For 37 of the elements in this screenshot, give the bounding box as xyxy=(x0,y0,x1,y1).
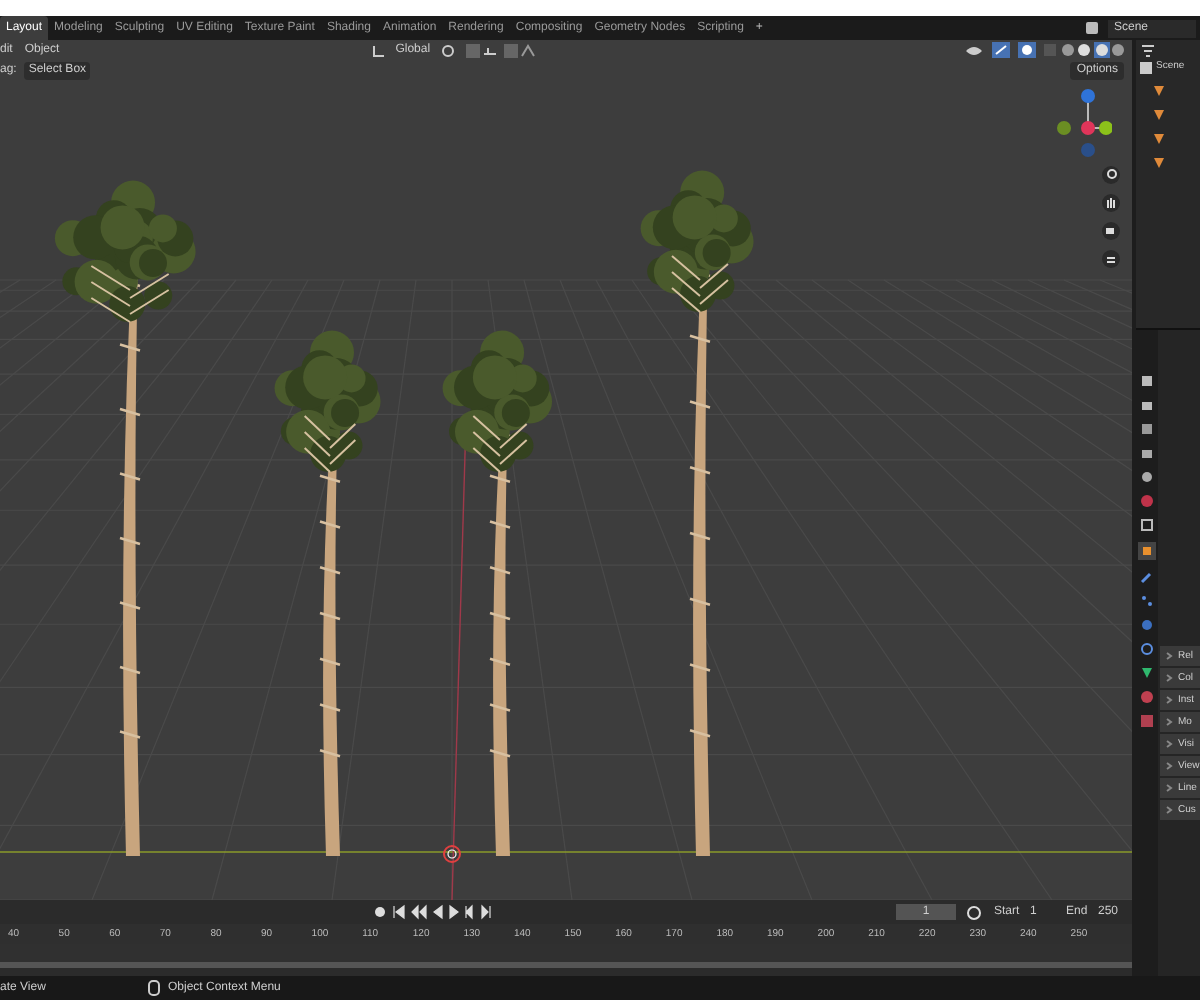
tree-drawing[interactable] xyxy=(274,330,381,856)
tool-tab-icon[interactable] xyxy=(1140,374,1154,388)
camera-icon[interactable] xyxy=(1102,222,1120,240)
object-tab-icon[interactable] xyxy=(1138,542,1156,560)
world-tab-icon[interactable] xyxy=(1140,494,1154,508)
output-tab-icon[interactable] xyxy=(1140,422,1154,436)
physics-tab-icon[interactable] xyxy=(1140,618,1154,632)
view-layer-tab-icon[interactable] xyxy=(1140,446,1154,460)
gizmo-toggle-icon[interactable] xyxy=(992,42,1010,58)
shading-modes-icon[interactable] xyxy=(1044,42,1124,58)
overlay-toggle-icon[interactable] xyxy=(1018,42,1036,58)
particles-tab-icon[interactable] xyxy=(1140,594,1154,608)
playback-controls-icon[interactable] xyxy=(392,904,492,920)
timeline-track-area[interactable] xyxy=(0,944,1132,968)
scene-icon[interactable] xyxy=(1084,20,1102,36)
constraints-tab-icon[interactable] xyxy=(1140,642,1154,656)
mouse-icon xyxy=(148,980,160,996)
tree-drawing[interactable] xyxy=(640,170,754,856)
visibility-icon[interactable] xyxy=(964,43,984,57)
material-tab-icon[interactable] xyxy=(1140,690,1154,704)
outliner-filter-icon[interactable] xyxy=(1140,43,1156,57)
stopwatch-icon[interactable] xyxy=(966,904,982,920)
scene-collection-icon xyxy=(1140,62,1152,74)
zoom-icon[interactable] xyxy=(1102,166,1120,184)
proportional-icon[interactable] xyxy=(504,43,537,57)
texture-tab-icon[interactable] xyxy=(1140,714,1154,728)
data-tab-icon[interactable] xyxy=(1140,666,1154,680)
collection-tab-icon[interactable] xyxy=(1140,518,1154,532)
snap-icon[interactable] xyxy=(466,43,499,57)
wrench-icon[interactable] xyxy=(1140,570,1154,584)
record-icon[interactable] xyxy=(372,904,388,920)
transform-icon[interactable] xyxy=(371,43,386,57)
render-tab-icon[interactable] xyxy=(1140,398,1154,412)
tree-drawing[interactable] xyxy=(442,330,553,856)
tree-drawing[interactable] xyxy=(54,180,196,856)
3d-cursor-icon[interactable] xyxy=(443,845,461,863)
scene-tab-icon[interactable] xyxy=(1140,470,1154,484)
